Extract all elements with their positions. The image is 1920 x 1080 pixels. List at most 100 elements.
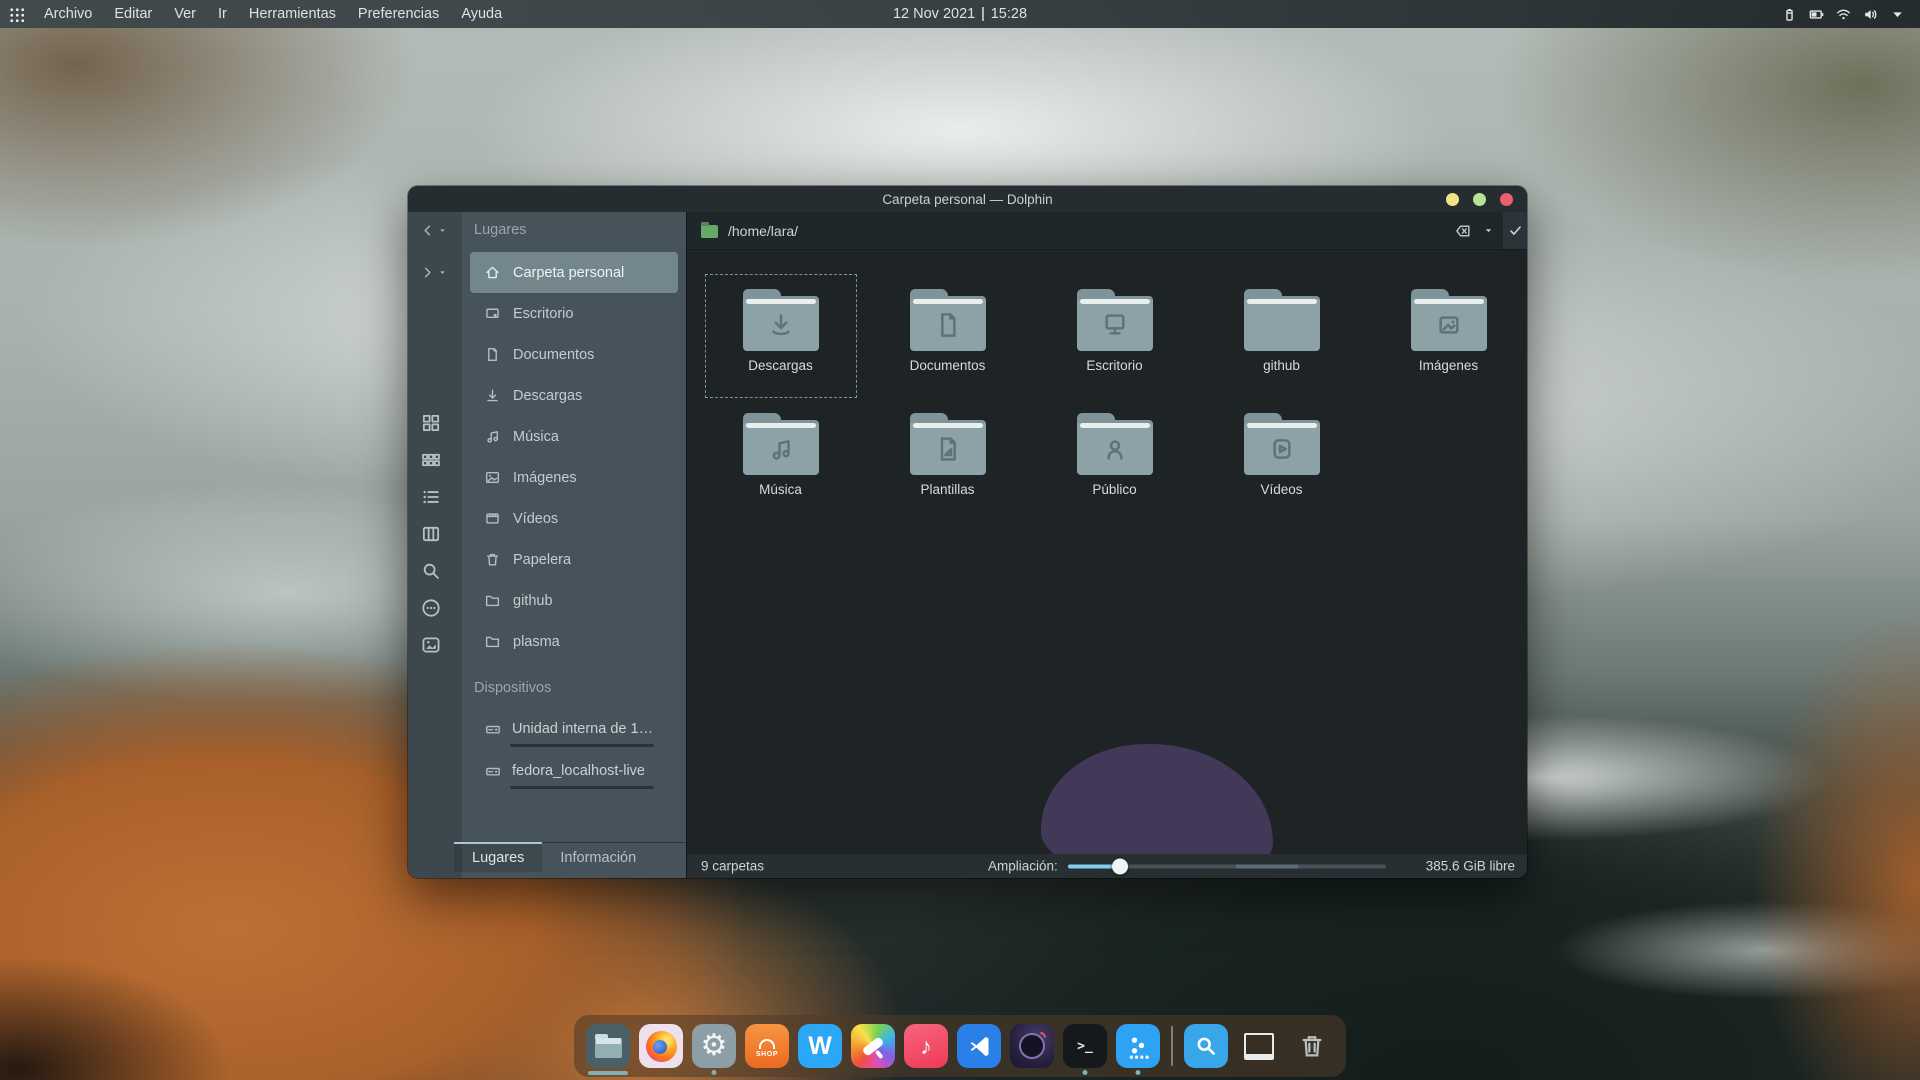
menu-ver[interactable]: Ver xyxy=(163,6,207,22)
folder-label: github xyxy=(1259,357,1304,374)
film-icon xyxy=(484,510,501,527)
sidebar-item-documentos[interactable]: Documentos xyxy=(470,334,678,375)
battery-vertical-icon[interactable] xyxy=(1781,6,1798,23)
battery-horizontal-icon[interactable] xyxy=(1808,6,1825,23)
wifi-icon[interactable] xyxy=(1835,6,1852,23)
caret-down-icon[interactable] xyxy=(1889,6,1906,23)
dock-music-player[interactable]: ♪ xyxy=(904,1024,948,1068)
folder-item-publico[interactable]: Público xyxy=(1039,398,1191,522)
sidebar-item-plasma[interactable]: plasma xyxy=(470,621,678,662)
menu-archivo[interactable]: Archivo xyxy=(33,6,103,22)
menu-ayuda[interactable]: Ayuda xyxy=(450,6,513,22)
forward-button[interactable] xyxy=(420,265,447,280)
caret-down-icon xyxy=(438,226,447,235)
tab-lugares[interactable]: Lugares xyxy=(454,843,542,872)
close-button[interactable] xyxy=(1500,193,1513,206)
menu-ir[interactable]: Ir xyxy=(207,6,238,22)
device-fedora-localhost-live[interactable]: fedora_localhost-live xyxy=(470,750,676,792)
dock-show-desktop[interactable] xyxy=(1237,1024,1281,1068)
view-compact-icon[interactable] xyxy=(420,449,442,471)
folder-icon xyxy=(910,289,986,351)
menu-preferencias[interactable]: Preferencias xyxy=(347,6,450,22)
tab-informacion[interactable]: Información xyxy=(542,843,654,872)
minimize-button[interactable] xyxy=(1446,193,1459,206)
dock-firefox[interactable] xyxy=(639,1024,683,1068)
devices-list: Unidad interna de 1…fedora_localhost-liv… xyxy=(470,708,676,792)
devices-header: Dispositivos xyxy=(474,680,551,696)
folder-item-videos[interactable]: Vídeos xyxy=(1206,398,1358,522)
file-icon xyxy=(484,346,501,363)
menu-editar[interactable]: Editar xyxy=(103,6,163,22)
sidebar-item-papelera[interactable]: Papelera xyxy=(470,539,678,580)
caret-down-icon xyxy=(438,268,447,277)
search-icon[interactable] xyxy=(420,560,442,582)
none-glyph-icon xyxy=(1262,305,1302,345)
dock-camera[interactable] xyxy=(1010,1024,1054,1068)
home-icon xyxy=(484,264,501,281)
volume-icon[interactable] xyxy=(1862,6,1879,23)
sidebar-item-videos[interactable]: Vídeos xyxy=(470,498,678,539)
music-glyph-icon xyxy=(761,429,801,469)
dock-launcher-dots[interactable] xyxy=(1116,1024,1160,1068)
place-label: Descargas xyxy=(513,388,582,404)
folder-item-musica[interactable]: Música xyxy=(705,398,857,522)
zoom-slider-handle[interactable] xyxy=(1112,858,1128,874)
drive-icon xyxy=(484,762,502,780)
sidebar-item-carpeta-personal[interactable]: Carpeta personal xyxy=(470,252,678,293)
running-indicator-dot xyxy=(1083,1070,1088,1075)
dock-search[interactable] xyxy=(1184,1024,1228,1068)
path-bar[interactable]: /home/lara/ xyxy=(687,212,1527,250)
dock-vscode[interactable] xyxy=(957,1024,1001,1068)
folder-item-github[interactable]: github xyxy=(1206,274,1358,398)
zoom-slider[interactable] xyxy=(1068,864,1386,868)
sidebar-item-imagenes[interactable]: Imágenes xyxy=(470,457,678,498)
view-split-icon[interactable] xyxy=(420,523,442,545)
template-glyph-icon xyxy=(928,429,968,469)
folder-label: Público xyxy=(1088,481,1140,498)
zoom-label: Ampliación: xyxy=(988,859,1058,874)
dock-file-manager[interactable] xyxy=(586,1024,630,1068)
menu-herramientas[interactable]: Herramientas xyxy=(238,6,347,22)
folder-item-documentos[interactable]: Documentos xyxy=(872,274,1024,398)
clock[interactable]: 12 Nov 2021 15:28 xyxy=(893,0,1027,28)
dock-theme-tool[interactable] xyxy=(851,1024,895,1068)
sidebar-item-escritorio[interactable]: Escritorio xyxy=(470,293,678,334)
folder-icon xyxy=(1244,413,1320,475)
sidebar-item-github[interactable]: github xyxy=(470,580,678,621)
folder-icon xyxy=(484,633,501,650)
back-button[interactable] xyxy=(420,223,447,238)
system-tray xyxy=(1781,6,1920,23)
more-options-icon[interactable] xyxy=(420,597,442,619)
music-icon xyxy=(484,428,501,445)
dock-terminal[interactable]: >_ xyxy=(1063,1024,1107,1068)
confirm-path-button[interactable] xyxy=(1503,212,1527,249)
top-bar: ArchivoEditarVerIrHerramientasPreferenci… xyxy=(0,0,1920,28)
person-glyph-icon xyxy=(1095,429,1135,469)
folder-item-imagenes[interactable]: Imágenes xyxy=(1373,274,1525,398)
running-indicator-dot xyxy=(1136,1070,1141,1075)
view-icons-icon[interactable] xyxy=(420,412,442,434)
path-dropdown-icon[interactable] xyxy=(1483,225,1494,236)
play-glyph-icon xyxy=(1262,429,1302,469)
sidebar-item-musica[interactable]: Música xyxy=(470,416,678,457)
desktop: ArchivoEditarVerIrHerramientasPreferenci… xyxy=(0,0,1920,1080)
dock-trash[interactable] xyxy=(1290,1024,1334,1068)
window-titlebar[interactable]: Carpeta personal — Dolphin xyxy=(408,186,1527,212)
dock-app-store[interactable]: SHOP xyxy=(745,1024,789,1068)
folder-item-descargas[interactable]: Descargas xyxy=(705,274,857,398)
main-panel: /home/lara/ DescargasDocumentosEscritori… xyxy=(686,212,1527,878)
maximize-button[interactable] xyxy=(1473,193,1486,206)
clear-path-icon[interactable] xyxy=(1454,222,1472,240)
dock-system-settings[interactable]: ⚙ xyxy=(692,1024,736,1068)
device-usage-bar xyxy=(510,744,654,747)
device-unidad-interna-de-1-[interactable]: Unidad interna de 1… xyxy=(470,708,676,750)
view-details-icon[interactable] xyxy=(420,486,442,508)
dock-wps-office[interactable]: W xyxy=(798,1024,842,1068)
sidebar-item-descargas[interactable]: Descargas xyxy=(470,375,678,416)
desktop-icon xyxy=(484,305,501,322)
checkmark-icon xyxy=(1508,223,1523,238)
preview-icon[interactable] xyxy=(420,634,442,656)
folder-item-escritorio[interactable]: Escritorio xyxy=(1039,274,1191,398)
folder-item-plantillas[interactable]: Plantillas xyxy=(872,398,1024,522)
app-grid-icon[interactable] xyxy=(9,7,24,22)
